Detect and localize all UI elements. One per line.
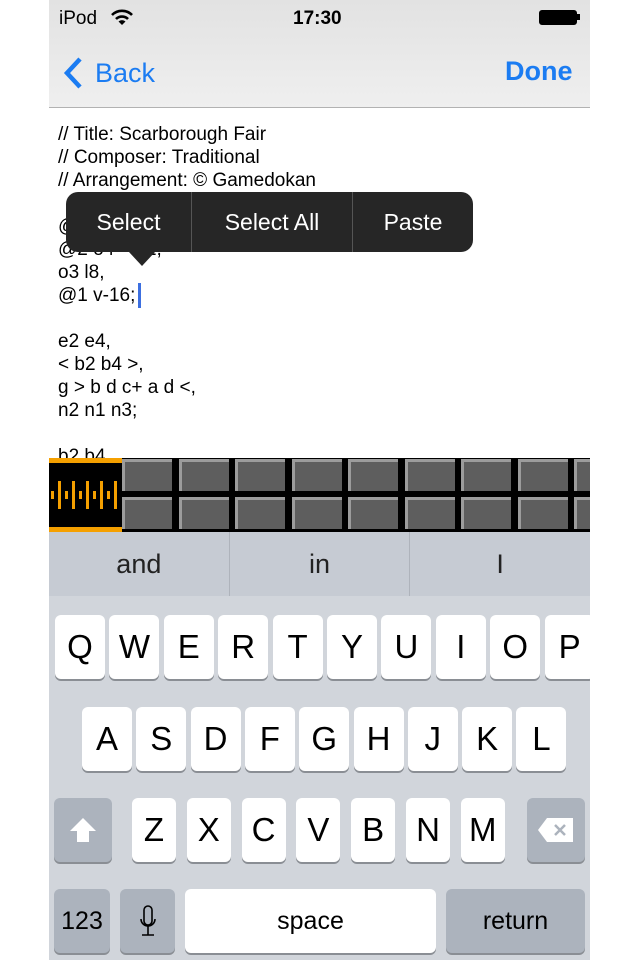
sequencer-cell[interactable]	[291, 459, 342, 491]
key-h[interactable]: H	[353, 707, 404, 771]
key-f[interactable]: F	[244, 707, 295, 771]
key-e[interactable]: E	[163, 615, 214, 679]
sequencer-cell[interactable]	[291, 497, 342, 529]
sequencer-cell[interactable]	[122, 497, 172, 529]
sequencer-cell[interactable]	[404, 497, 455, 529]
key-d[interactable]: D	[190, 707, 241, 771]
key-v[interactable]: V	[296, 798, 341, 862]
waveform-button[interactable]	[49, 458, 122, 532]
done-button[interactable]: Done	[505, 56, 573, 87]
sequencer-cell[interactable]	[348, 497, 398, 529]
key-p[interactable]: P	[544, 615, 590, 679]
battery-icon	[539, 10, 577, 25]
dictation-key[interactable]	[120, 889, 175, 953]
sequencer-cell[interactable]	[461, 459, 511, 491]
battery-tip	[577, 14, 580, 20]
return-key[interactable]: return	[446, 889, 585, 953]
backspace-icon	[538, 818, 573, 842]
space-key[interactable]: space	[185, 889, 436, 953]
sequencer-cell[interactable]	[235, 459, 285, 491]
key-c[interactable]: C	[241, 798, 286, 862]
shift-key[interactable]	[54, 798, 112, 862]
editor-line: n2 n1 n3;	[58, 400, 138, 421]
editor-line: < b2 b4 >,	[58, 354, 144, 375]
sequencer-cell[interactable]	[574, 459, 590, 491]
back-button[interactable]: Back	[62, 56, 155, 90]
key-b[interactable]: B	[351, 798, 396, 862]
chevron-left-icon	[63, 57, 82, 89]
sequencer-cell[interactable]	[178, 459, 229, 491]
key-m[interactable]: M	[460, 798, 505, 862]
text-caret	[138, 283, 141, 308]
wifi-icon	[111, 9, 133, 25]
select-menu-item[interactable]: Select	[66, 192, 192, 252]
context-menu-arrow	[129, 252, 155, 266]
key-o[interactable]: O	[490, 615, 541, 679]
navigation-bar: iPod 17:30 Back Done	[49, 0, 590, 108]
key-g[interactable]: G	[299, 707, 350, 771]
sequencer-cell[interactable]	[348, 459, 398, 491]
sequencer-cell[interactable]	[404, 459, 455, 491]
editor-line: o3 l8,	[58, 262, 105, 283]
key-r[interactable]: R	[218, 615, 269, 679]
editor-line: g > b d c+ a d <,	[58, 377, 196, 398]
suggestion-item[interactable]: I	[410, 532, 590, 596]
editor-line: // Title: Scarborough Fair	[58, 124, 267, 145]
microphone-icon	[139, 905, 156, 936]
sequencer-cell[interactable]	[178, 497, 229, 529]
suggestion-item[interactable]: and	[49, 532, 230, 596]
waveform-icon	[51, 481, 117, 509]
suggestion-bar: and in I	[49, 532, 590, 596]
back-label: Back	[95, 57, 156, 88]
sequencer-cell[interactable]	[235, 497, 285, 529]
editor-line: // Composer: Traditional	[58, 147, 260, 168]
key-s[interactable]: S	[136, 707, 187, 771]
key-a[interactable]: A	[82, 707, 132, 771]
key-n[interactable]: N	[406, 798, 450, 862]
key-y[interactable]: Y	[327, 615, 377, 679]
key-w[interactable]: W	[109, 615, 160, 679]
sequencer-cell[interactable]	[461, 497, 511, 529]
keyboard: QWERTYUIOP ASDFGHJKL ZXCVBNM 123 space ret…	[49, 596, 590, 960]
select-all-menu-item[interactable]: Select All	[192, 192, 353, 252]
suggestion-item[interactable]: in	[230, 532, 411, 596]
editor-line: // Arrangement: © Gamedokan	[58, 170, 316, 191]
editor-line: @1 v-16;	[58, 285, 136, 306]
delete-key[interactable]	[527, 798, 585, 862]
editor-line: e2 e4,	[58, 331, 111, 352]
key-x[interactable]: X	[186, 798, 231, 862]
text-editor[interactable]: // Title: Scarborough Fair // Composer: …	[49, 108, 590, 458]
key-i[interactable]: I	[435, 615, 486, 679]
key-k[interactable]: K	[462, 707, 513, 771]
key-u[interactable]: U	[381, 615, 432, 679]
sequencer-cell[interactable]	[574, 497, 590, 529]
sequencer-cell[interactable]	[517, 459, 568, 491]
key-z[interactable]: Z	[132, 798, 176, 862]
key-t[interactable]: T	[272, 615, 323, 679]
paste-menu-item[interactable]: Paste	[353, 192, 473, 252]
key-q[interactable]: Q	[55, 615, 105, 679]
sequencer-cell[interactable]	[122, 459, 172, 491]
clock: 17:30	[293, 8, 342, 29]
shift-arrow-icon	[70, 818, 96, 842]
edit-context-menu: Select Select All Paste	[66, 192, 473, 252]
key-j[interactable]: J	[407, 707, 458, 771]
sequencer-cell[interactable]	[517, 497, 568, 529]
editor-line: b2 b4	[58, 446, 106, 458]
screen: iPod 17:30 Back Done // Title: Scarborou…	[49, 0, 590, 960]
numbers-key[interactable]: 123	[54, 889, 110, 953]
carrier-label: iPod	[59, 8, 98, 29]
key-l[interactable]: L	[516, 707, 567, 771]
